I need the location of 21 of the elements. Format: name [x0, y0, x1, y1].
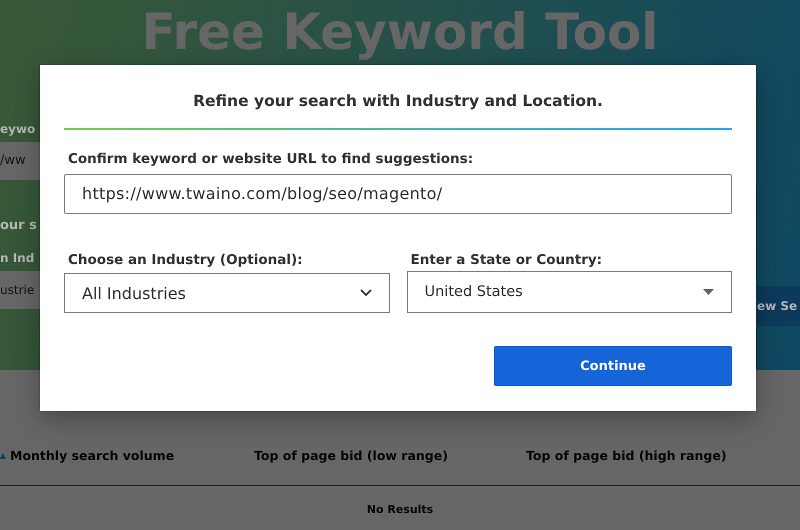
empty-message: No Results — [366, 503, 434, 516]
keyword-input[interactable]: /ww — [0, 142, 40, 180]
field-label: Confirm keyword or website URL to find suggestions: — [68, 151, 474, 167]
column-header[interactable]: Top of page bid (low range) — [254, 448, 448, 463]
caret-down-icon — [703, 289, 714, 295]
search-button[interactable]: ew Se — [757, 286, 800, 326]
url-input-field[interactable]: https://www.twaino.com/blog/seo/magento/ — [64, 174, 732, 214]
dialog-title: Refine your search with Industry and Location. — [192, 92, 604, 110]
form-label: eywo — [0, 122, 36, 136]
field-label: Choose an Industry (Optional): — [68, 252, 304, 268]
sort-arrow-icon[interactable] — [0, 452, 6, 458]
industry-dropdown[interactable]: All Industries — [64, 273, 390, 313]
field-label: Enter a State or Country: — [410, 252, 604, 268]
column-header[interactable]: Monthly search volume — [10, 448, 174, 463]
column-header[interactable]: Top of page bid (high range) — [526, 448, 727, 463]
form-label: n Ind — [0, 251, 34, 265]
location-dropdown[interactable]: United States — [406, 271, 732, 313]
chevron-down-icon — [360, 289, 372, 297]
continue-button[interactable]: Continue — [494, 346, 732, 386]
section-heading: our s — [0, 218, 37, 233]
industry-select[interactable]: ustrie — [0, 271, 40, 309]
